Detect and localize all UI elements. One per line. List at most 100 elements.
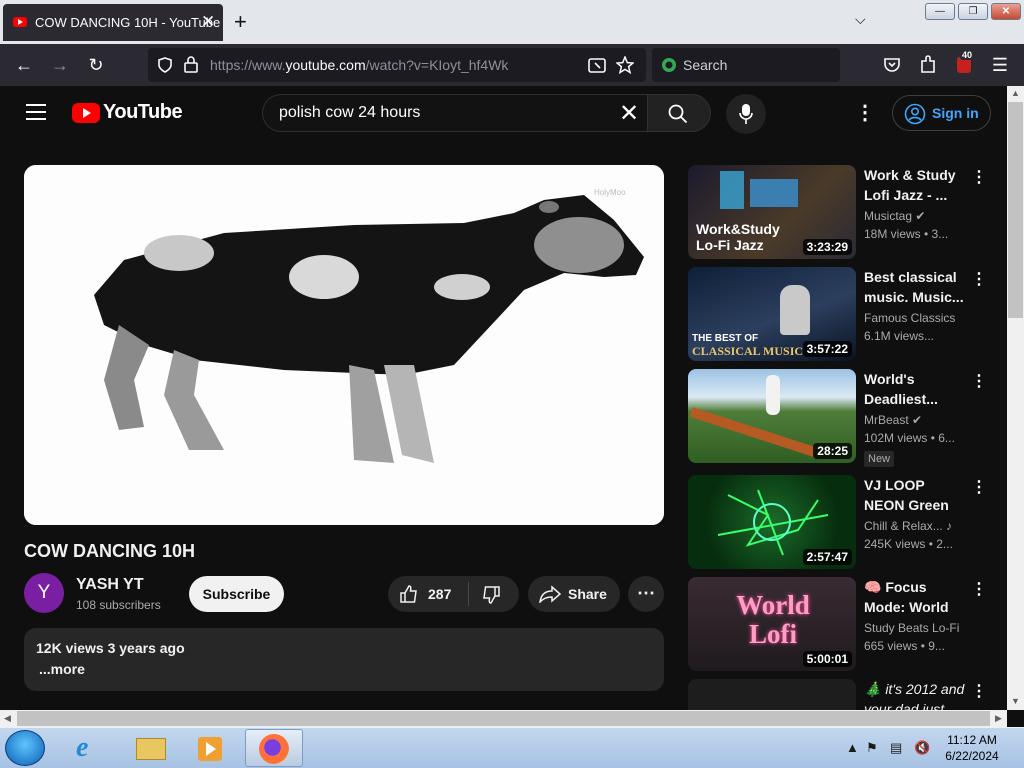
duration-badge: 28:25 [813,443,852,459]
music-note-icon: ♪ [946,519,953,533]
vertical-scrollbar[interactable]: ▲ ▼ [1007,86,1024,710]
rec-meta: 102M views • 6... [864,431,955,445]
bridge-graphic [689,407,817,457]
tab-active[interactable]: COW DANCING 10H - YouTube ✕ [3,4,223,41]
scroll-down-icon[interactable]: ▼ [1011,696,1020,706]
monitor-graphic [750,179,798,207]
rec-more-icon[interactable]: ⋮ [971,371,987,391]
window-close-button[interactable]: ✕ [991,3,1021,20]
youtube-search-button[interactable] [647,94,711,132]
horizontal-scrollbar[interactable]: ◀ ▶ [0,710,1007,727]
verified-check-icon: ✔ [915,209,926,223]
rec-more-icon[interactable]: ⋮ [971,477,987,497]
more-actions-button[interactable]: ⋯ [628,576,664,612]
url-text[interactable]: https://www.youtube.com/watch?v=KIoyt_hf… [210,57,508,73]
recommendation-item[interactable]: THE BEST OF CLASSICAL MUSIC 3:57:22 Best… [688,267,1007,361]
guide-menu-icon[interactable] [26,104,46,120]
recommendation-item[interactable]: 28:25 World's Deadliest... MrBeast ✔ 102… [688,369,1007,467]
rec-meta: 6.1M views... [864,329,935,343]
duration-badge: 3:23:29 [802,239,852,255]
reload-icon[interactable]: ↻ [84,53,108,77]
scroll-right-icon[interactable]: ▶ [995,713,1002,724]
shield-icon[interactable] [157,57,173,73]
recommendation-item[interactable]: 🎄 it's 2012 and your dad just... ⋮ [688,679,1007,710]
rec-channel[interactable]: Musictag ✔ [864,209,925,223]
address-bar[interactable]: https://www.youtube.com/watch?v=KIoyt_hf… [148,48,646,82]
back-icon[interactable]: ← [12,53,36,77]
channel-name[interactable]: YASH YT [76,576,144,594]
rec-title[interactable]: Best classical music. Music... [864,267,968,307]
show-more-link[interactable]: ...more [39,661,85,677]
action-center-flag-icon[interactable]: ⚑ [866,740,878,756]
thumbs-down-icon [483,586,500,604]
reader-view-icon[interactable] [588,58,606,74]
start-button-icon[interactable] [5,730,45,766]
extensions-icon[interactable] [919,55,937,75]
recommendation-item[interactable]: 2:57:47 VJ LOOP NEON Green Teal... Chill… [688,475,1007,569]
video-thumbnail[interactable]: World Lofi 5:00:01 [688,577,856,671]
forward-icon[interactable]: → [48,53,72,77]
video-thumbnail[interactable]: THE BEST OF CLASSICAL MUSIC 3:57:22 [688,267,856,361]
settings-more-icon[interactable]: ⋮ [855,100,875,125]
list-all-tabs-icon[interactable]: ⌵ [855,11,866,28]
sign-in-button[interactable]: Sign in [892,95,991,131]
minimize-button[interactable]: — [925,3,955,20]
clear-search-icon[interactable]: ✕ [619,99,639,128]
voice-search-button[interactable] [726,94,766,134]
youtube-wordmark[interactable]: YouTube [103,101,183,124]
vertical-scroll-thumb[interactable] [1008,102,1023,318]
subscribe-button[interactable]: Subscribe [189,576,284,612]
youtube-search-input[interactable]: polish cow 24 hours ✕ [262,94,648,132]
rec-title[interactable]: Work & Study Lofi Jazz - ... [864,165,968,205]
subscriber-count: 108 subscribers [76,598,161,612]
video-thumbnail[interactable]: Work&Study Lo-Fi Jazz 3:23:29 [688,165,856,259]
rec-channel[interactable]: Chill & Relax... ♪ [864,519,952,533]
network-icon[interactable]: ▤ [890,740,902,756]
video-thumbnail[interactable]: 2:57:47 [688,475,856,569]
rec-more-icon[interactable]: ⋮ [971,681,987,701]
video-thumbnail[interactable]: 28:25 [688,369,856,463]
firefox-taskbar-icon[interactable] [245,729,303,767]
video-player[interactable]: HolyMoo [24,165,664,525]
lock-icon[interactable] [184,56,198,74]
file-explorer-icon[interactable] [122,729,180,767]
channel-avatar[interactable]: Y [24,573,64,613]
rec-title[interactable]: VJ LOOP NEON Green Teal... [864,475,968,515]
video-thumbnail[interactable] [688,679,856,710]
rec-channel[interactable]: Study Beats Lo-Fi [864,621,959,635]
search-query-text[interactable]: polish cow 24 hours [279,104,420,122]
share-button[interactable]: Share [528,576,620,612]
restore-button[interactable]: ❐ [958,3,988,20]
scroll-left-icon[interactable]: ◀ [4,713,11,724]
recommendation-item[interactable]: Work&Study Lo-Fi Jazz 3:23:29 Work & Stu… [688,165,1007,259]
like-dislike-group: 287 [388,576,519,612]
description-box[interactable]: 12K views 3 years ago ...more [24,628,664,691]
view-count-date: 12K views 3 years ago [36,640,185,656]
youtube-logo-icon[interactable] [72,103,100,123]
horizontal-scroll-thumb[interactable] [17,711,990,726]
volume-muted-icon[interactable]: 🔇 [914,740,930,756]
rec-more-icon[interactable]: ⋮ [971,269,987,289]
rec-channel[interactable]: MrBeast ✔ [864,413,922,427]
rec-title[interactable]: 🧠 Focus Mode: World Lofi... [864,577,968,617]
new-tab-button[interactable]: + [234,9,247,35]
pocket-icon[interactable] [883,56,901,74]
rec-more-icon[interactable]: ⋮ [971,167,987,187]
media-player-icon[interactable] [182,729,240,767]
recommendation-item[interactable]: World Lofi 5:00:01 🧠 Focus Mode: World L… [688,577,1007,671]
hamburger-menu-icon[interactable]: ☰ [988,53,1012,77]
rec-more-icon[interactable]: ⋮ [971,579,987,599]
person-graphic [766,375,780,415]
rec-channel[interactable]: Famous Classics [864,311,955,325]
internet-explorer-icon[interactable]: e [62,729,120,767]
scroll-up-icon[interactable]: ▲ [1011,88,1020,98]
rec-title[interactable]: World's Deadliest... [864,369,968,409]
dislike-button[interactable] [469,576,519,612]
system-clock[interactable]: 11:12 AM 6/22/2024 [940,732,1004,764]
web-search-box[interactable]: Search [652,48,840,82]
tab-close-button[interactable]: ✕ [201,12,215,32]
rec-title[interactable]: 🎄 it's 2012 and your dad just... [864,679,968,710]
bookmark-star-icon[interactable] [616,56,634,74]
show-hidden-icons[interactable]: ▲ [846,740,859,755]
like-button[interactable]: 287 [388,576,468,612]
